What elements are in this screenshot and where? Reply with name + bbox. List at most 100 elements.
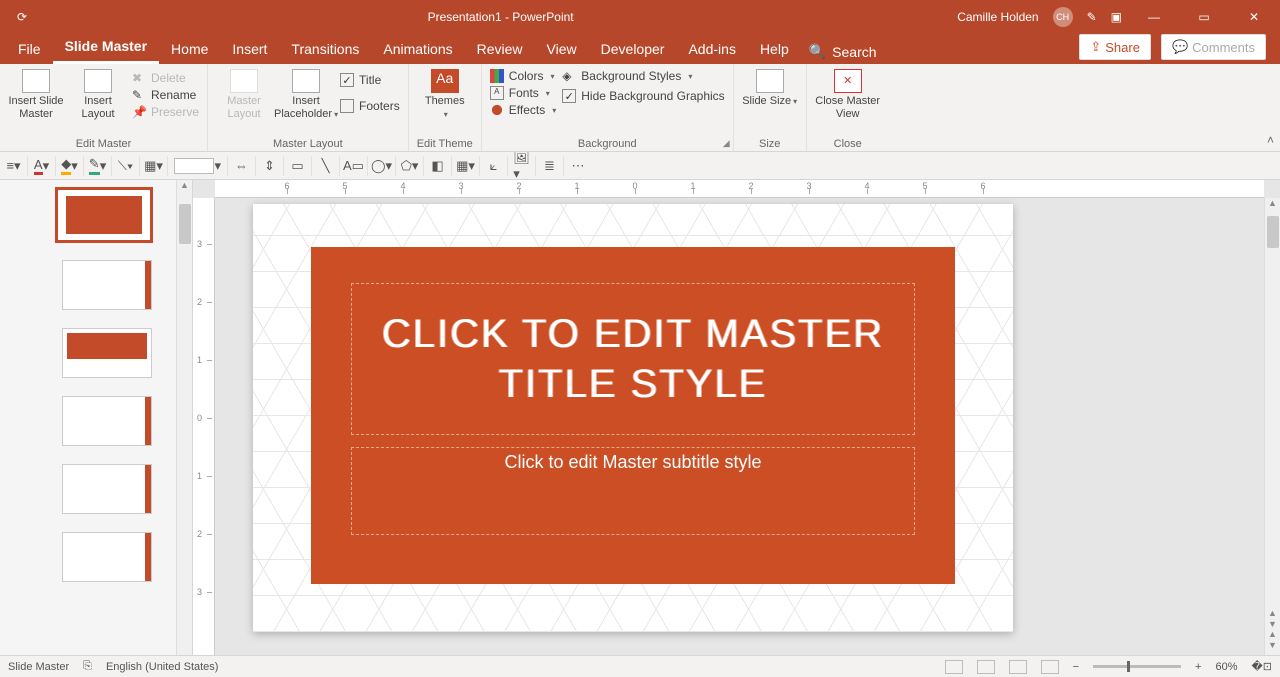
horizontal-ruler: 6543210123456	[215, 180, 1264, 198]
secondary-toolbar: ≡▾ A▾ ◆▾ ✎▾ ⟍▾ ▦▾ ▾ ⇔ ⇕ ▭ ╲ A▭ ◯▾ ⬠▾ ◧ ▦…	[0, 152, 1280, 180]
group-edit-theme: Aa Themes▾ Edit Theme	[409, 64, 482, 151]
text-box[interactable]: A▭	[346, 156, 368, 176]
vertical-ruler: 3210123	[193, 198, 215, 655]
table[interactable]: ▦▾	[458, 156, 480, 176]
thumb-scrollbar[interactable]: ▲	[176, 180, 192, 655]
autosave-icon: ⟳	[0, 10, 44, 24]
collapse-ribbon-icon[interactable]: ˄	[1267, 133, 1274, 147]
font-color[interactable]: A▾	[34, 156, 56, 176]
fonts-icon: A	[490, 86, 504, 100]
eyedropper[interactable]: ⟍▾	[118, 156, 140, 176]
reading-view-button[interactable]	[1009, 660, 1027, 674]
insert-placeholder-button[interactable]: Insert Placeholder▾	[278, 67, 334, 120]
fill-color[interactable]: ◆▾	[62, 156, 84, 176]
effects-dropdown[interactable]: Effects▾	[490, 103, 556, 117]
hide-bg-graphics-checkbox[interactable]: ✓Hide Background Graphics	[562, 89, 724, 103]
delete-icon: ✖	[132, 71, 146, 85]
insert-slide-master-button[interactable]: Insert Slide Master	[8, 67, 64, 120]
group-size: Slide Size▾ Size	[734, 64, 807, 151]
tab-transitions[interactable]: Transitions	[279, 35, 371, 64]
user-name: Camille Holden	[957, 10, 1038, 24]
footers-checkbox[interactable]: Footers	[340, 99, 400, 113]
minimize-button[interactable]: —	[1136, 3, 1172, 31]
user-avatar[interactable]: CH	[1053, 7, 1073, 27]
zoom-level[interactable]: 60%	[1215, 661, 1237, 673]
stage-scrollbar[interactable]: ▲ ▲▼▲▼	[1264, 198, 1280, 655]
distribute-h[interactable]: ⇔	[234, 156, 256, 176]
outline-color[interactable]: ✎▾	[90, 156, 112, 176]
bg-styles-icon: ◈	[562, 69, 576, 83]
search-box[interactable]: 🔍Search	[801, 39, 885, 64]
comments-button[interactable]: 💬Comments	[1161, 34, 1266, 60]
title-slide-panel: Click to edit Master title style Click t…	[311, 247, 955, 584]
tab-review[interactable]: Review	[465, 35, 535, 64]
change-shape[interactable]: ⬠▾	[402, 156, 424, 176]
insert-placeholder-icon	[292, 69, 320, 93]
picture[interactable]: 🖼▾	[514, 156, 536, 176]
align-menu[interactable]: ≡▾	[6, 156, 28, 176]
themes-button[interactable]: Aa Themes▾	[417, 67, 473, 120]
tab-view[interactable]: View	[535, 35, 589, 64]
tab-addins[interactable]: Add-ins	[676, 35, 747, 64]
crop[interactable]: ⟀	[486, 156, 508, 176]
slide-size-button[interactable]: Slide Size▾	[742, 67, 798, 108]
rename-icon: ✎	[132, 88, 146, 102]
layout-thumb-3[interactable]	[62, 396, 152, 446]
tab-slide-master[interactable]: Slide Master	[53, 32, 159, 64]
zoom-out-button[interactable]: −	[1073, 661, 1079, 673]
sorter-view-button[interactable]	[977, 660, 995, 674]
close-window-button[interactable]: ✕	[1236, 3, 1272, 31]
zoom-combo[interactable]: ▾	[174, 156, 228, 176]
master-title-placeholder[interactable]: Click to edit Master title style	[351, 283, 915, 435]
tab-home[interactable]: Home	[159, 35, 220, 64]
tab-animations[interactable]: Animations	[371, 35, 464, 64]
spellcheck-icon[interactable]: ⎘	[83, 660, 92, 673]
maximize-button[interactable]: ▭	[1186, 3, 1222, 31]
layout-thumb-2[interactable]	[62, 328, 152, 378]
background-dialog-launcher[interactable]: ◢	[723, 138, 730, 149]
close-master-view-button[interactable]: ✕ Close Master View	[815, 67, 881, 120]
zoom-slider[interactable]	[1093, 665, 1181, 668]
slide-stage: 6543210123456 3210123 Click to edit Mast…	[193, 180, 1280, 655]
arrange[interactable]: ▦▾	[146, 156, 168, 176]
master-layout-icon	[230, 69, 258, 93]
zoom-in-button[interactable]: +	[1195, 661, 1201, 673]
colors-dropdown[interactable]: Colors▾	[490, 69, 556, 83]
group-edit-master: Insert Slide Master Insert Layout ✖Delet…	[0, 64, 208, 151]
title-checkbox[interactable]: ✓Title	[340, 73, 400, 87]
master-subtitle-placeholder[interactable]: Click to edit Master subtitle style	[351, 447, 915, 535]
fit-to-window-button[interactable]: �⊡	[1252, 660, 1273, 673]
slide-master-thumb[interactable]	[56, 188, 152, 242]
share-button[interactable]: ⇪Share	[1079, 34, 1151, 60]
tab-help[interactable]: Help	[748, 35, 801, 64]
slide-canvas[interactable]: Click to edit Master title style Click t…	[253, 204, 1013, 632]
tab-insert[interactable]: Insert	[220, 35, 279, 64]
shapes-menu[interactable]: ◯▾	[374, 156, 396, 176]
layout-thumb-4[interactable]	[62, 464, 152, 514]
selection-pane[interactable]: ≣	[542, 156, 564, 176]
fonts-dropdown[interactable]: AFonts▾	[490, 86, 556, 100]
status-view: Slide Master	[8, 661, 69, 673]
merge-shapes[interactable]: ◧	[430, 156, 452, 176]
group-close: ✕ Close Master View Close	[807, 64, 889, 151]
background-styles-dropdown[interactable]: ◈Background Styles▾	[562, 69, 724, 83]
more-commands[interactable]: ⋯	[570, 156, 592, 176]
colors-icon	[490, 69, 504, 83]
tab-developer[interactable]: Developer	[589, 35, 677, 64]
shape-line[interactable]: ╲	[318, 156, 340, 176]
rename-button[interactable]: ✎Rename	[132, 88, 199, 102]
preserve-icon: 📌	[132, 105, 146, 119]
layout-thumb-1[interactable]	[62, 260, 152, 310]
insert-layout-button[interactable]: Insert Layout	[70, 67, 126, 120]
status-language[interactable]: English (United States)	[106, 661, 219, 673]
ribbon: Insert Slide Master Insert Layout ✖Delet…	[0, 64, 1280, 152]
layout-thumb-5[interactable]	[62, 532, 152, 582]
drawing-mode-icon[interactable]: ✎	[1087, 10, 1097, 24]
shape-rect[interactable]: ▭	[290, 156, 312, 176]
tab-file[interactable]: File	[6, 35, 53, 64]
document-title: Presentation1 - PowerPoint	[44, 10, 957, 24]
normal-view-button[interactable]	[945, 660, 963, 674]
slideshow-view-button[interactable]	[1041, 660, 1059, 674]
distribute-v[interactable]: ⇕	[262, 156, 284, 176]
display-mode-icon[interactable]: ▣	[1111, 10, 1122, 24]
